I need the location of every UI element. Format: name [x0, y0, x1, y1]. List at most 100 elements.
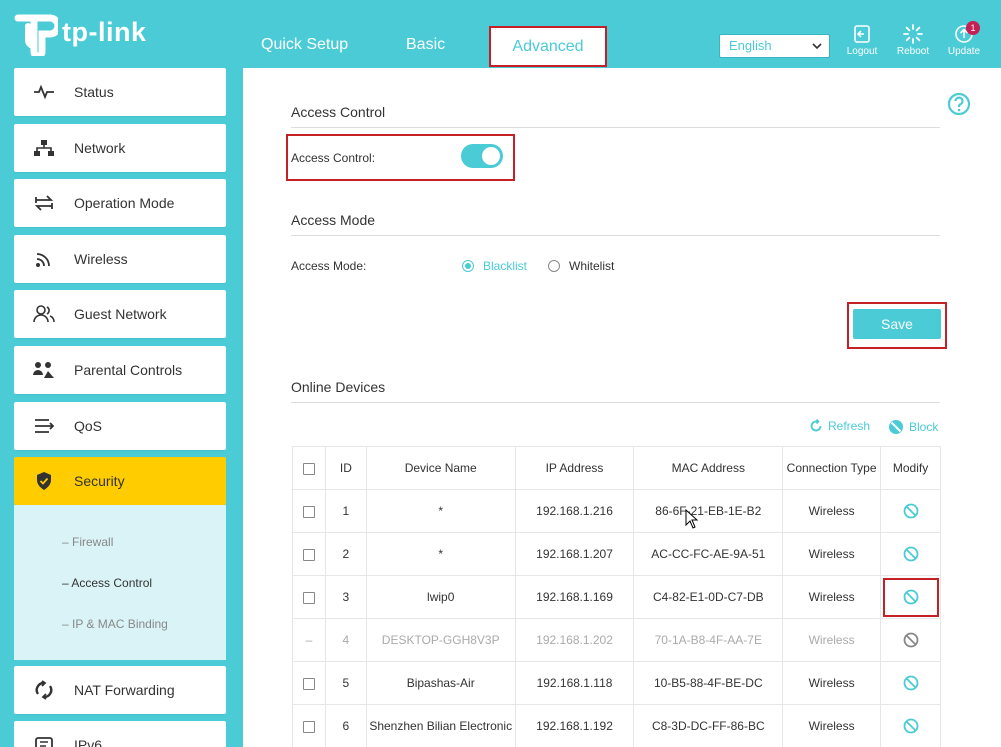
block-device-icon[interactable]	[903, 675, 919, 691]
submenu-label: IP & MAC Binding	[72, 617, 168, 631]
sidebar-item-parental-controls[interactable]: Parental Controls	[14, 346, 226, 394]
sidebar-item-label: Guest Network	[74, 306, 167, 322]
cell-ip: 192.168.1.192	[514, 704, 635, 747]
help-icon[interactable]	[947, 92, 971, 121]
access-control-label: Access Control:	[291, 151, 376, 165]
mouse-cursor-icon	[685, 509, 699, 529]
family-icon	[14, 361, 74, 379]
column-header: IP Address	[514, 446, 635, 490]
select-all-checkbox[interactable]	[302, 462, 315, 475]
cell-modify	[880, 575, 941, 619]
table-row: 6 Shenzhen Bilian Electronic 192.168.1.1…	[292, 704, 941, 747]
update-badge: 1	[966, 21, 980, 35]
row-checkbox[interactable]	[302, 505, 315, 518]
block-label: Block	[909, 420, 939, 434]
access-control-toggle[interactable]	[461, 144, 503, 168]
update-label: Update	[947, 46, 981, 57]
sidebar-item-label: Operation Mode	[74, 195, 175, 211]
tab-advanced-label: Advanced	[512, 38, 584, 55]
cell-id: 2	[324, 532, 367, 576]
qos-icon	[14, 417, 74, 435]
pulse-icon	[14, 84, 74, 100]
cell-connection-type: Wireless	[782, 618, 882, 662]
table-row: 1 * 192.168.1.216 86-6F-21-EB-1E-B2 Wire…	[292, 489, 941, 533]
block-device-icon[interactable]	[903, 718, 919, 734]
logout-button[interactable]: Logout	[840, 24, 884, 57]
online-devices-table: ID Device Name IP Address MAC Address Co…	[292, 446, 941, 747]
row-checkbox[interactable]	[302, 720, 315, 733]
cell-modify	[880, 489, 941, 533]
divider	[291, 402, 940, 403]
sidebar-item-network[interactable]: Network	[14, 124, 226, 172]
row-checkbox[interactable]	[302, 548, 315, 561]
sidebar-item-security[interactable]: Security	[14, 457, 226, 505]
refresh-button[interactable]: Refresh	[809, 419, 870, 433]
cell-connection-type: Wireless	[782, 661, 882, 705]
cell-connection-type: Wireless	[782, 489, 882, 533]
cell-id: 1	[324, 489, 367, 533]
ipv6-icon	[14, 736, 74, 747]
access-mode-label: Access Mode:	[291, 259, 367, 273]
online-devices-title: Online Devices	[291, 379, 386, 395]
tp-link-logo-icon	[14, 14, 58, 56]
block-device-icon[interactable]	[903, 546, 919, 562]
cell-device-name: DESKTOP-GGH8V3P	[365, 618, 516, 662]
submenu-item-firewall[interactable]: – Firewall	[62, 535, 113, 549]
sidebar-item-nat-forwarding[interactable]: NAT Forwarding	[14, 666, 226, 714]
row-checkbox[interactable]	[302, 591, 315, 604]
cell-id: 6	[324, 704, 367, 747]
submenu-item-ip-mac-binding[interactable]: – IP & MAC Binding	[62, 617, 168, 631]
tab-basic[interactable]: Basic	[406, 36, 445, 54]
shield-icon	[14, 471, 74, 491]
block-device-icon	[903, 632, 918, 648]
sidebar-item-guest-network[interactable]: Guest Network	[14, 290, 226, 338]
cell-connection-type: Wireless	[782, 532, 882, 576]
row-select-cell	[292, 489, 326, 533]
row-select-cell	[292, 575, 326, 619]
cell-device-name: *	[365, 489, 516, 533]
update-button[interactable]: Update 1	[942, 21, 986, 57]
guest-icon	[14, 305, 74, 323]
column-header: ID	[324, 446, 367, 490]
table-row: 3 lwip0 192.168.1.169 C4-82-E1-0D-C7-DB …	[292, 575, 941, 619]
cell-mac: 10-B5-88-4F-BE-DC	[633, 661, 784, 705]
tab-quick-setup[interactable]: Quick Setup	[261, 36, 348, 54]
radio-whitelist[interactable]: Whitelist	[548, 259, 614, 273]
network-icon	[14, 139, 74, 157]
sidebar-item-status[interactable]: Status	[14, 68, 226, 116]
cell-modify	[880, 704, 941, 747]
table-row: 2 * 192.168.1.207 AC-CC-FC-AE-9A-51 Wire…	[292, 532, 941, 576]
cell-ip: 192.168.1.118	[514, 661, 635, 705]
cell-modify	[880, 661, 941, 705]
save-button[interactable]: Save	[853, 309, 941, 339]
radio-blacklist[interactable]: Blacklist	[462, 259, 527, 273]
cell-ip: 192.168.1.202	[514, 618, 635, 662]
sidebar-item-operation-mode[interactable]: Operation Mode	[14, 179, 226, 227]
block-device-icon[interactable]	[903, 589, 919, 605]
sidebar-item-ipv6[interactable]: IPv6	[14, 721, 226, 747]
select-all-cell	[292, 446, 326, 490]
radio-blacklist-label: Blacklist	[483, 259, 528, 273]
tab-advanced[interactable]: Advanced	[489, 26, 607, 67]
sidebar-item-label: QoS	[74, 418, 103, 434]
main-panel: Access Control Access Control: Access Mo…	[243, 68, 1001, 747]
submenu-item-access-control[interactable]: – Access Control	[62, 576, 152, 590]
block-button[interactable]: Block	[888, 419, 938, 435]
reboot-button[interactable]: Reboot	[891, 24, 935, 57]
row-checkbox[interactable]	[302, 677, 315, 690]
row-select-cell: –	[292, 618, 326, 662]
column-header: MAC Address	[633, 446, 784, 490]
sidebar-item-qos[interactable]: QoS	[14, 402, 226, 450]
sidebar-item-wireless[interactable]: Wireless	[14, 235, 226, 283]
cell-mac: C4-82-E1-0D-C7-DB	[633, 575, 784, 619]
cell-device-name: Shenzhen Bilian Electronic	[365, 704, 516, 747]
sidebar-item-label: Status	[74, 84, 114, 100]
refresh-label: Refresh	[828, 419, 871, 433]
block-device-icon[interactable]	[903, 503, 919, 519]
language-select[interactable]: English	[719, 34, 830, 58]
cell-ip: 192.168.1.207	[514, 532, 635, 576]
cell-connection-type: Wireless	[782, 704, 882, 747]
chevron-down-icon	[812, 43, 822, 50]
access-mode-title: Access Mode	[291, 212, 376, 228]
divider	[291, 127, 940, 128]
